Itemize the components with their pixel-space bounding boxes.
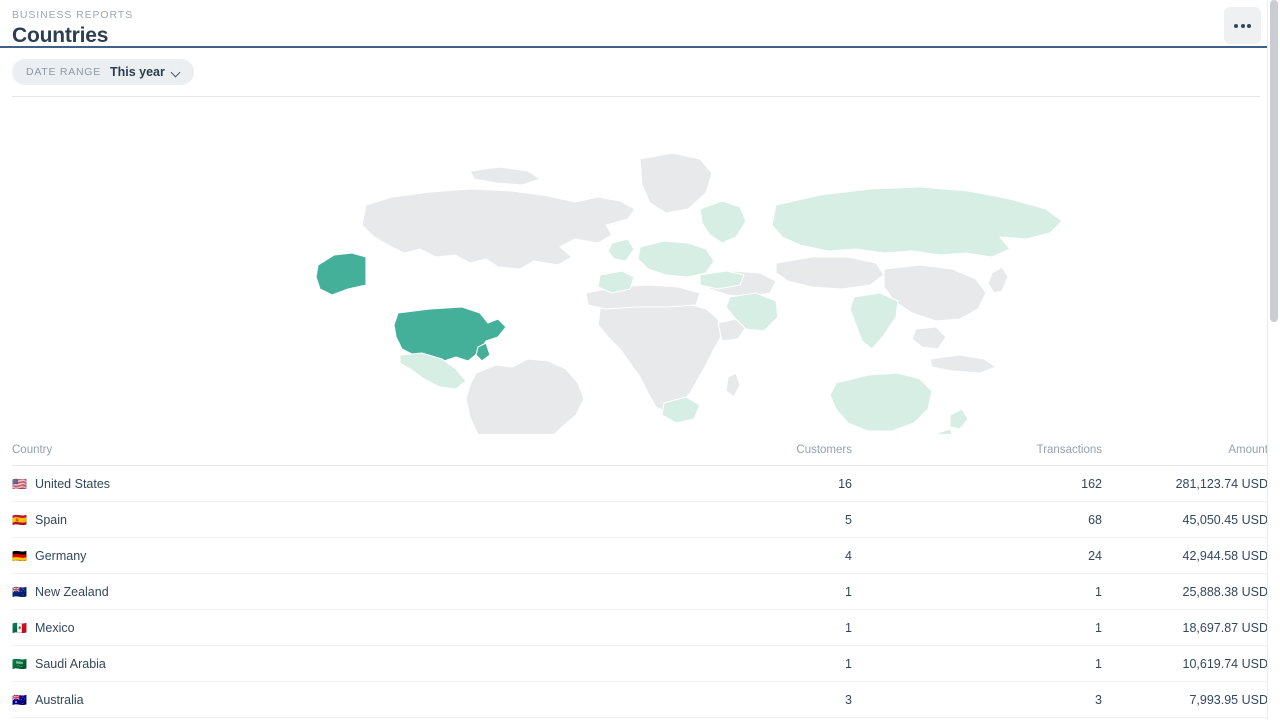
region-southeast-asia [911, 326, 947, 350]
region-europe-west [637, 240, 715, 278]
region-south-america [465, 358, 585, 434]
country-name: United States [35, 476, 111, 491]
region-canada [361, 188, 636, 270]
cell-country: 🇩🇪 Germany [12, 549, 612, 563]
overflow-menu-button[interactable] [1224, 7, 1261, 44]
breadcrumb: BUSINESS REPORTS [12, 9, 133, 21]
cell-amount: 25,888.38 USD [1182, 584, 1268, 599]
cell-amount: 7,993.95 USD [1189, 692, 1268, 707]
countries-table: Country Customers Transactions Amount 🇺🇸… [0, 434, 1280, 718]
more-dot-icon [1247, 23, 1251, 28]
flag-icon: 🇦🇺 [12, 692, 27, 707]
table-header-row: Country Customers Transactions Amount [12, 434, 1268, 466]
country-name: Germany [35, 548, 87, 563]
country-name: New Zealand [35, 584, 109, 599]
flag-icon: 🇳🇿 [12, 584, 27, 599]
cell-country: 🇳🇿 New Zealand [12, 585, 612, 599]
flag-icon: 🇸🇦 [12, 656, 27, 671]
table-row[interactable]: 🇸🇦 Saudi Arabia 1 1 10,619.74 USD [12, 646, 1268, 682]
cell-transactions: 1 [1095, 620, 1102, 635]
scrollbar-thumb[interactable] [1270, 0, 1278, 322]
region-mexico-light [399, 352, 467, 390]
country-name: Australia [35, 692, 84, 707]
cell-amount: 45,050.45 USD [1182, 512, 1268, 527]
cell-amount: 42,944.58 USD [1182, 548, 1268, 563]
cell-transactions: 68 [1088, 512, 1102, 527]
cell-customers: 3 [845, 692, 852, 707]
table-row[interactable]: 🇦🇺 Australia 3 3 7,993.95 USD [12, 682, 1268, 718]
vertical-scrollbar[interactable] [1267, 0, 1280, 720]
column-header-customers[interactable]: Customers [612, 444, 852, 456]
cell-country: 🇲🇽 Mexico [12, 621, 612, 635]
cell-amount: 18,697.87 USD [1182, 620, 1268, 635]
region-greenland [639, 152, 713, 214]
region-new-zealand [949, 408, 969, 430]
region-madagascar [725, 372, 741, 398]
region-new-zealand-south [937, 428, 953, 434]
country-name: Mexico [35, 620, 75, 635]
world-map[interactable] [0, 97, 1280, 434]
cell-amount: 10,619.74 USD [1182, 656, 1268, 671]
world-map-svg [315, 152, 1063, 434]
more-dot-icon [1240, 23, 1245, 28]
region-tasmania [888, 432, 899, 434]
table-row[interactable]: 🇺🇸 United States 16 162 281,123.74 USD [12, 466, 1268, 502]
column-header-transactions[interactable]: Transactions [852, 444, 1102, 456]
cell-customers: 5 [845, 512, 852, 527]
page-title: Countries [12, 24, 109, 47]
cell-amount: 281,123.74 USD [1175, 476, 1268, 491]
more-dot-icon [1234, 23, 1238, 28]
cell-transactions: 162 [1081, 476, 1102, 491]
chevron-down-icon [172, 68, 181, 77]
cell-country: 🇦🇺 Australia [12, 693, 612, 707]
region-alaska [315, 252, 367, 296]
region-indonesia [929, 354, 997, 374]
country-name: Spain [35, 512, 67, 527]
flag-icon: 🇺🇸 [12, 476, 27, 491]
cell-customers: 16 [838, 476, 852, 491]
table-row[interactable]: 🇲🇽 Mexico 1 1 18,697.87 USD [12, 610, 1268, 646]
cell-transactions: 24 [1088, 548, 1102, 563]
table-body: 🇺🇸 United States 16 162 281,123.74 USD 🇪🇸 Spai… [12, 466, 1268, 718]
cell-customers: 1 [845, 620, 852, 635]
report-page: BUSINESS REPORTS Countries DATE RANGE Th… [0, 0, 1280, 720]
filter-bar: DATE RANGE This year [0, 48, 1280, 96]
cell-transactions: 3 [1095, 692, 1102, 707]
cell-country: 🇺🇸 United States [12, 477, 612, 491]
region-russia [771, 186, 1063, 258]
page-header: BUSINESS REPORTS Countries [0, 0, 1280, 47]
date-range-label: DATE RANGE [26, 66, 101, 78]
region-africa [597, 300, 723, 414]
region-iberia [597, 270, 635, 294]
flag-icon: 🇲🇽 [12, 620, 27, 635]
flag-icon: 🇪🇸 [12, 512, 27, 527]
cell-country: 🇪🇸 Spain [12, 513, 612, 527]
cell-transactions: 1 [1095, 656, 1102, 671]
table-row[interactable]: 🇳🇿 New Zealand 1 1 25,888.38 USD [12, 574, 1268, 610]
region-japan [987, 266, 1009, 294]
cell-customers: 1 [845, 656, 852, 671]
date-range-value: This year [109, 65, 165, 79]
flag-icon: 🇩🇪 [12, 548, 27, 563]
region-australia [829, 372, 933, 432]
column-header-amount[interactable]: Amount [1102, 444, 1268, 456]
cell-customers: 1 [845, 584, 852, 599]
region-uk-ireland [607, 238, 635, 262]
cell-customers: 4 [845, 548, 852, 563]
table-row[interactable]: 🇪🇸 Spain 5 68 45,050.45 USD [12, 502, 1268, 538]
region-scandinavia [699, 200, 747, 244]
column-header-country[interactable]: Country [12, 444, 612, 456]
region-china [883, 264, 987, 322]
cell-transactions: 1 [1095, 584, 1102, 599]
region-central-asia [775, 256, 885, 290]
country-name: Saudi Arabia [35, 656, 106, 671]
date-range-filter[interactable]: DATE RANGE This year [12, 59, 194, 85]
region-india [849, 292, 899, 350]
table-row[interactable]: 🇩🇪 Germany 4 24 42,944.58 USD [12, 538, 1268, 574]
cell-country: 🇸🇦 Saudi Arabia [12, 657, 612, 671]
region-canada-arctic [469, 166, 541, 186]
